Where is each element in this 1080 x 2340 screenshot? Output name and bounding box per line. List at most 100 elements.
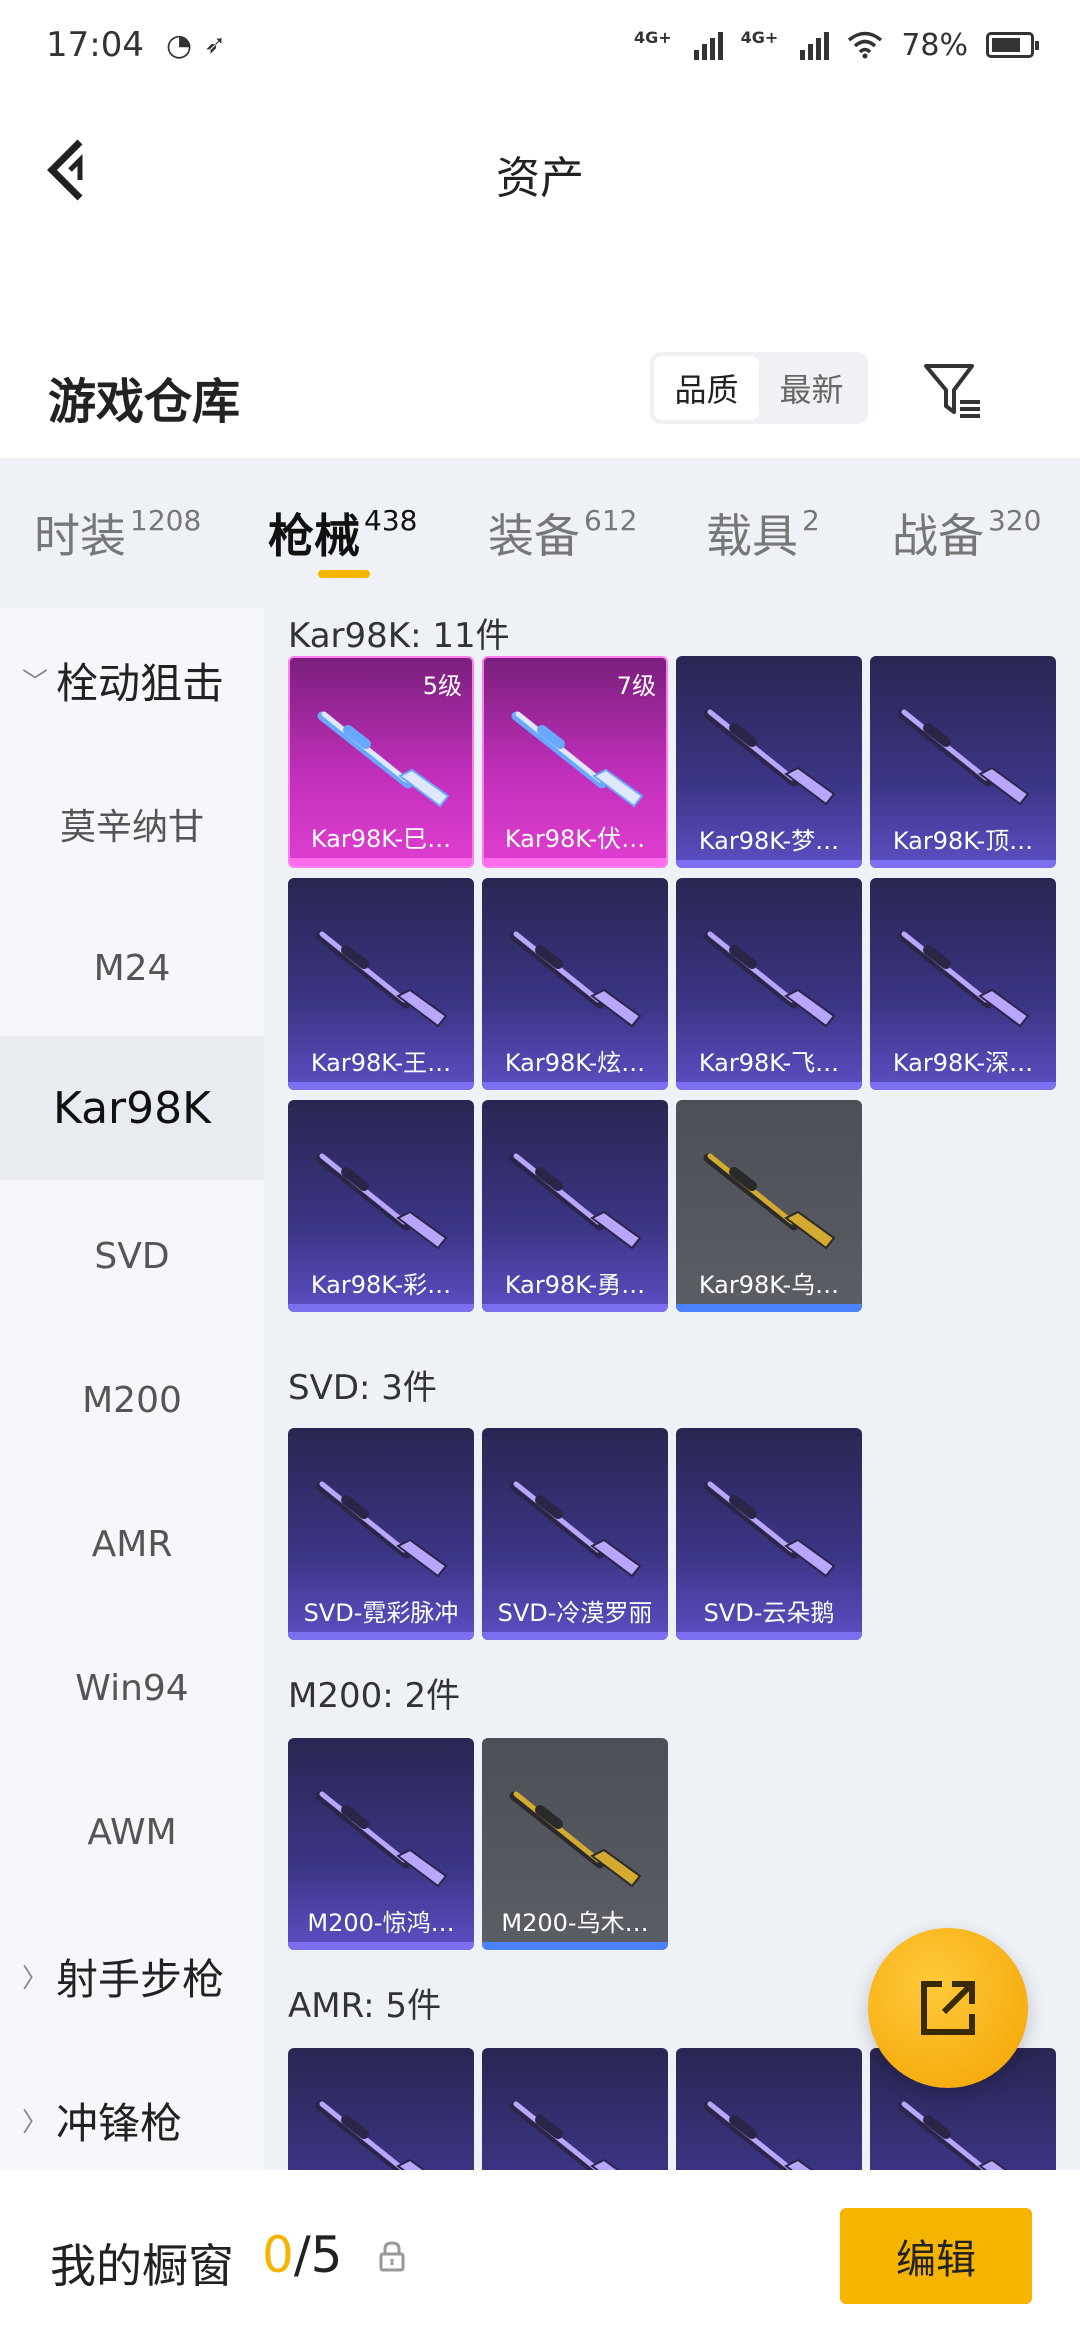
tab-label: 装备 (488, 509, 580, 563)
weapon-image (509, 1481, 642, 1578)
sidebar-item-m24[interactable]: M24 (0, 896, 264, 1040)
rarity-bar (482, 1304, 668, 1312)
weapon-skin-card[interactable]: Kar98K-王… (288, 878, 474, 1090)
warehouse-row: 游戏仓库 品质 最新 (0, 330, 1080, 450)
weapon-skin-card[interactable]: SVD-云朵鹅 (676, 1428, 862, 1640)
rarity-bar (484, 858, 666, 866)
skin-level-badge: 7级 (616, 672, 656, 700)
tab-combat-supplies[interactable]: 战备 320 (892, 500, 1041, 566)
weapon-image (315, 2101, 426, 2170)
tab-count: 438 (364, 504, 418, 537)
filter-button[interactable] (920, 358, 986, 424)
weapon-image (511, 711, 644, 808)
tab-firearms[interactable]: 枪械 438 (268, 500, 417, 566)
tab-count: 320 (988, 504, 1042, 537)
category-tabs: 时装 1208 枪械 438 装备 612 载具 2 战备 320 (0, 458, 1080, 608)
sort-quality-button[interactable]: 品质 (654, 356, 759, 420)
weapon-type-sidebar: ﹀ 栓动狙击 莫辛纳甘 M24 Kar98K SVD M200 AMR Win9… (0, 608, 264, 2170)
skin-name: M200-惊鸿… (307, 1909, 455, 1937)
share-export-icon (921, 1981, 975, 2035)
tab-vehicles[interactable]: 载具 2 (706, 500, 820, 566)
share-button[interactable] (868, 1928, 1028, 2088)
weapon-image (509, 1791, 642, 1888)
weapon-skin-card[interactable]: M200-惊鸿… (288, 1738, 474, 1950)
skin-name: Kar98K-巳… (310, 825, 452, 853)
lock-icon (379, 2241, 405, 2272)
rarity-bar (288, 1632, 474, 1640)
section-title-amr: AMR: 5件 (288, 1986, 442, 2026)
rarity-bar (288, 1942, 474, 1950)
sort-newest-button[interactable]: 最新 (759, 356, 864, 420)
bird-notification-icon: ➶ (204, 30, 226, 60)
page-title: 资产 (496, 153, 584, 204)
weapon-skin-card[interactable]: Kar98K-顶… (870, 656, 1056, 868)
battery-percent: 78% (901, 27, 968, 63)
tab-label: 枪械 (268, 509, 360, 563)
sidebar-item-mosin[interactable]: 莫辛纳甘 (0, 752, 264, 896)
weapon-skin-card[interactable]: SVD-霓彩脉冲 (288, 1428, 474, 1640)
skin-name: Kar98K-乌… (698, 1271, 840, 1299)
chevron-right-icon: 〉 (22, 1963, 49, 1994)
weapon-skin-card[interactable] (288, 2048, 474, 2170)
showcase-count: 0/5 (262, 2226, 342, 2284)
rarity-bar (290, 858, 472, 866)
rarity-bar (482, 1942, 668, 1950)
weapon-image (509, 2101, 620, 2170)
skin-name: Kar98K-勇… (504, 1271, 646, 1299)
rarity-bar (288, 1082, 474, 1090)
weapon-skin-card[interactable]: M200-乌木… (482, 1738, 668, 1950)
battery-fill (992, 38, 1021, 52)
section-title-svd: SVD: 3件 (288, 1368, 437, 1408)
showcase-bar: 我的橱窗 0/5 编辑 (0, 2170, 1080, 2340)
filter-icon (924, 364, 980, 418)
rarity-bar (676, 1082, 862, 1090)
sidebar-item-win94[interactable]: Win94 (0, 1616, 264, 1760)
sidebar-item-svd[interactable]: SVD (0, 1184, 264, 1328)
weapon-image (897, 931, 1030, 1028)
weapon-image (317, 711, 450, 808)
weapon-skin-card[interactable] (676, 2048, 862, 2170)
weapon-image (315, 1791, 448, 1888)
wifi-icon (848, 31, 883, 59)
showcase-current: 0 (262, 2226, 294, 2284)
weapon-skin-card[interactable]: Kar98K-梦… (676, 656, 862, 868)
weapon-skin-card[interactable]: Kar98K-乌… (676, 1100, 862, 1312)
chevron-down-icon: ﹀ (22, 667, 49, 698)
signal-icon-1 (693, 30, 723, 60)
section-title-kar98k: Kar98K: 11件 (288, 616, 510, 656)
weapon-image (315, 1481, 448, 1578)
weapon-skin-card[interactable] (482, 2048, 668, 2170)
weapon-skin-card[interactable]: Kar98K-炫… (482, 878, 668, 1090)
network-label-2: 4G+ (740, 27, 779, 47)
weapon-image (315, 931, 448, 1028)
rarity-bar (482, 1082, 668, 1090)
sidebar-group-bolt-action[interactable]: ﹀ 栓动狙击 (0, 608, 264, 752)
weapon-skin-card[interactable]: Kar98K-彩… (288, 1100, 474, 1312)
network-label-1: 4G+ (633, 27, 672, 47)
tab-label: 载具 (706, 509, 798, 563)
rarity-bar (870, 860, 1056, 868)
edit-button[interactable]: 编辑 (840, 2208, 1032, 2304)
skin-name: Kar98K-深… (892, 1049, 1034, 1077)
sidebar-item-m200[interactable]: M200 (0, 1328, 264, 1472)
skin-name: Kar98K-彩… (310, 1271, 452, 1299)
weapon-image (703, 1481, 836, 1578)
tab-fashion[interactable]: 时装 1208 (34, 500, 201, 566)
weapon-skin-card[interactable]: SVD-冷漠罗丽 (482, 1428, 668, 1640)
skin-name: Kar98K-伏… (504, 825, 646, 853)
weapon-skin-card[interactable]: Kar98K-勇… (482, 1100, 668, 1312)
weapon-skin-card[interactable]: Kar98K-深… (870, 878, 1056, 1090)
weapon-skin-card[interactable]: 7级 Kar98K-伏… (482, 656, 668, 868)
sidebar-item-kar98k[interactable]: Kar98K (0, 1036, 264, 1180)
showcase-label: 我的橱窗 (50, 2239, 234, 2293)
sidebar-group-marksman-rifles[interactable]: 〉 射手步枪 (0, 1904, 264, 2048)
sidebar-item-amr[interactable]: AMR (0, 1472, 264, 1616)
weapon-skin-card[interactable]: Kar98K-飞… (676, 878, 862, 1090)
weapon-skin-card[interactable]: 5级 Kar98K-巳… (288, 656, 474, 868)
tab-equipment[interactable]: 装备 612 (488, 500, 637, 566)
sidebar-item-awm[interactable]: AWM (0, 1760, 264, 1904)
rarity-bar (482, 1632, 668, 1640)
weapon-image (703, 1153, 836, 1250)
skin-name: SVD-云朵鹅 (703, 1599, 835, 1627)
section-title-m200: M200: 2件 (288, 1676, 461, 1716)
